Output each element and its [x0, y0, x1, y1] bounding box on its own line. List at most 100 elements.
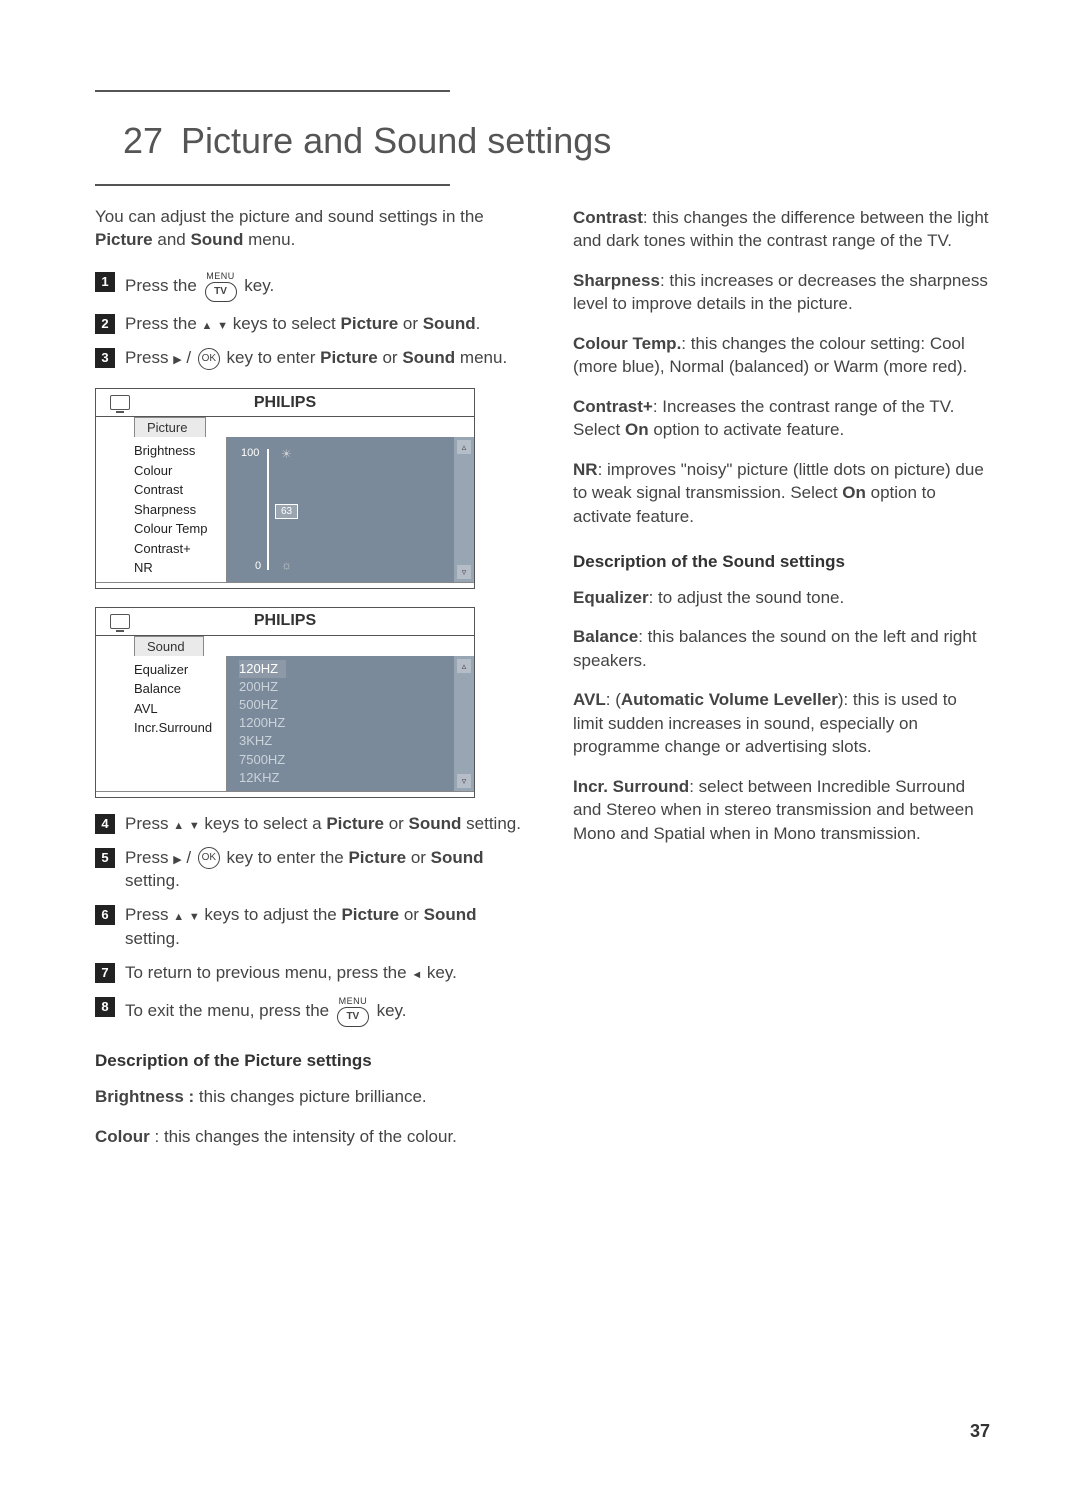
osd-item-sharpness: Sharpness — [134, 500, 222, 520]
right-column: Contrast: this changes the difference be… — [573, 206, 990, 1164]
osd-scroll-down-icon: ▿ — [457, 774, 471, 788]
s8a: To exit the menu, press the — [125, 1000, 334, 1019]
s4d: or — [384, 814, 409, 833]
tv-icon: TV — [337, 1007, 369, 1027]
s3g: menu. — [455, 348, 507, 367]
osd-slider-preview: ▵ ▿ 100 0 ☀ ☼ 63 — [226, 437, 474, 582]
a: : ( — [606, 690, 621, 709]
osd-scroll-down-icon: ▿ — [457, 565, 471, 579]
s4c: Picture — [326, 814, 384, 833]
step-badge-5: 5 — [95, 848, 115, 868]
picture-desc-heading: Description of the Picture settings — [95, 1051, 525, 1071]
osd-item-avl: AVL — [134, 699, 222, 719]
s5a: Press — [125, 848, 173, 867]
step-badge-4: 4 — [95, 814, 115, 834]
osd-freq-preview: ▵ ▿ 120HZ 200HZ 500HZ 1200HZ 3KHZ 7500HZ… — [226, 656, 474, 791]
t: Equalizer — [573, 588, 649, 607]
menu-tv-icon: MENU TV — [337, 995, 369, 1028]
s4e: Sound — [409, 814, 462, 833]
osd-freq-list: 120HZ 200HZ 500HZ 1200HZ 3KHZ 7500HZ 12K… — [227, 656, 474, 791]
s2b: keys to select — [233, 314, 341, 333]
intro-picture: Picture — [95, 230, 153, 249]
intro-text: You can adjust the picture and sound set… — [95, 206, 525, 252]
s3f: Sound — [402, 348, 455, 367]
right-arrow-icon — [173, 848, 181, 867]
desc-colourtemp: Colour Temp.: this changes the colour se… — [573, 332, 990, 379]
step-badge-7: 7 — [95, 963, 115, 983]
desc-colour: Colour : this changes the intensity of t… — [95, 1125, 525, 1148]
s4a: Press — [125, 814, 173, 833]
osd-slider-track — [267, 449, 269, 570]
intro-mid: and — [153, 230, 191, 249]
step-6: 6 Press keys to adjust the Picture or So… — [95, 903, 525, 951]
osd-brand: PHILIPS — [254, 394, 316, 412]
content-columns: You can adjust the picture and sound set… — [95, 206, 990, 1164]
osd-item-equalizer: Equalizer — [134, 660, 222, 680]
desc-nr: NR: improves "noisy" picture (little dot… — [573, 458, 990, 528]
s3e: or — [378, 348, 403, 367]
up-arrow-icon — [202, 314, 213, 333]
osd-item-colour: Colour — [134, 461, 222, 481]
step-7-body: To return to previous menu, press the ke… — [125, 961, 525, 985]
desc-avl: AVL: (Automatic Volume Leveller): this i… — [573, 688, 990, 758]
s2a: Press the — [125, 314, 202, 333]
s2f: . — [476, 314, 481, 333]
s3a: Press — [125, 348, 173, 367]
intro-suffix: menu. — [243, 230, 295, 249]
menu-label: MENU — [206, 270, 235, 283]
t: Colour Temp. — [573, 334, 681, 353]
osd-freq-7500: 7500HZ — [239, 751, 470, 769]
osd-scroll-up-icon: ▵ — [457, 440, 471, 454]
left-column: You can adjust the picture and sound set… — [95, 206, 525, 1164]
s6e: Sound — [424, 905, 477, 924]
step-2-body: Press the keys to select Picture or Soun… — [125, 312, 525, 336]
s6c: Picture — [341, 905, 399, 924]
s4b: keys to select a — [200, 814, 327, 833]
step-6-body: Press keys to adjust the Picture or Soun… — [125, 903, 525, 951]
step-1-text-b: key. — [244, 276, 274, 295]
osd-item-brightness: Brightness — [134, 441, 222, 461]
t: Brightness : — [95, 1087, 199, 1106]
step-4-body: Press keys to select a Picture or Sound … — [125, 812, 525, 836]
bottom-rule — [95, 184, 450, 186]
down-arrow-icon — [189, 814, 200, 833]
up-arrow-icon — [173, 814, 184, 833]
s5b: / — [182, 848, 196, 867]
sun-dim-icon: ☼ — [281, 558, 292, 572]
s5e: or — [406, 848, 431, 867]
step-1: 1 Press the MENU TV key. — [95, 270, 525, 303]
sound-desc-heading: Description of the Sound settings — [573, 552, 990, 572]
left-arrow-icon — [411, 963, 422, 982]
step-5-body: Press / OK key to enter the Picture or S… — [125, 846, 525, 894]
t: NR — [573, 460, 598, 479]
osd-freq-3k: 3KHZ — [239, 732, 470, 750]
t: Colour — [95, 1127, 150, 1146]
step-2: 2 Press the keys to select Picture or So… — [95, 312, 525, 336]
step-1-body: Press the MENU TV key. — [125, 270, 525, 303]
sun-bright-icon: ☀ — [281, 447, 292, 461]
step-badge-1: 1 — [95, 272, 115, 292]
osd-freq-1200: 1200HZ — [239, 714, 470, 732]
s6b: keys to adjust the — [200, 905, 342, 924]
step-badge-8: 8 — [95, 997, 115, 1017]
menu-tv-icon: MENU TV — [205, 270, 237, 303]
ok-icon: OK — [198, 348, 220, 370]
osd-sound-tab: Sound — [134, 636, 204, 656]
b: this changes picture brilliance. — [199, 1087, 427, 1106]
s7b: key. — [422, 963, 457, 982]
tv-icon: TV — [205, 282, 237, 302]
desc-equalizer: Equalizer: to adjust the sound tone. — [573, 586, 990, 609]
step-3-body: Press / OK key to enter Picture or Sound… — [125, 346, 525, 370]
osd-item-contrastplus: Contrast+ — [134, 539, 222, 559]
osd-freq-200: 200HZ — [239, 678, 470, 696]
step-4: 4 Press keys to select a Picture or Soun… — [95, 812, 525, 836]
desc-balance: Balance: this balances the sound on the … — [573, 625, 990, 672]
s2d: or — [398, 314, 423, 333]
s3c: key to enter — [222, 348, 320, 367]
s5d: Picture — [348, 848, 406, 867]
t: Incr. Surround — [573, 777, 689, 796]
top-rule — [95, 90, 450, 92]
osd-sound-header: PHILIPS — [96, 608, 474, 636]
s2c: Picture — [341, 314, 399, 333]
step-8: 8 To exit the menu, press the MENU TV ke… — [95, 995, 525, 1028]
